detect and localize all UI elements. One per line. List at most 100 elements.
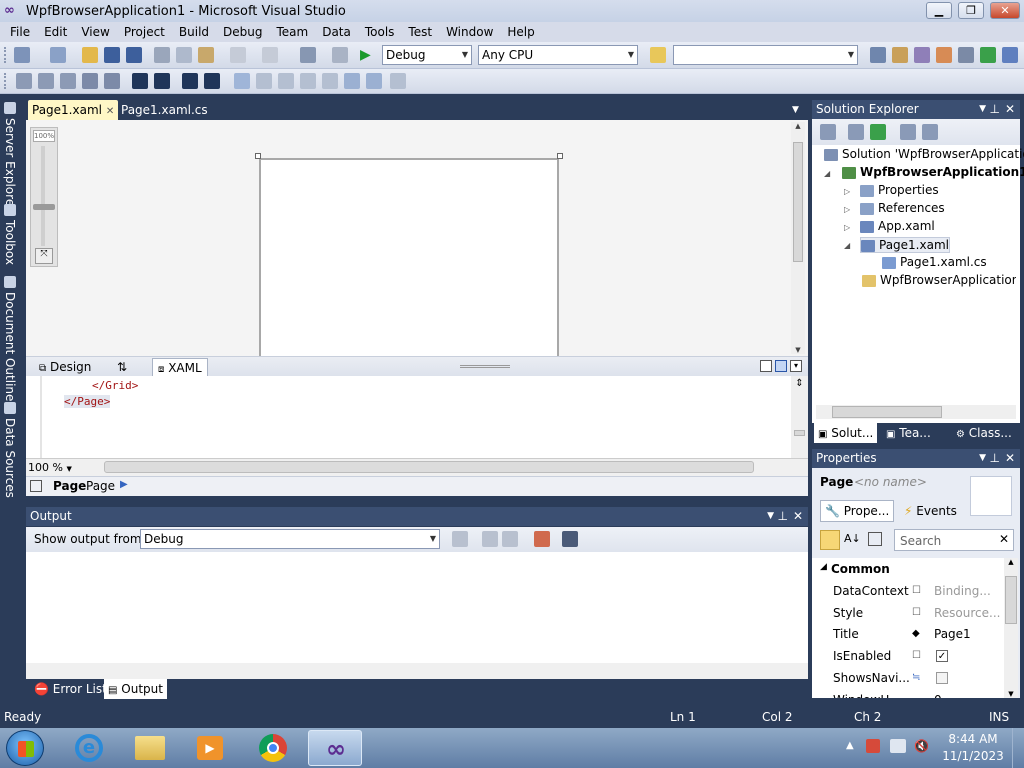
redo-icon[interactable] <box>262 47 278 63</box>
tab-error-list[interactable]: ⛔ Error List <box>30 679 111 699</box>
menu-file[interactable]: File <box>3 25 37 39</box>
solution-explorer-icon[interactable] <box>870 47 886 63</box>
solution-platform-select[interactable]: Any CPU ▼ <box>478 45 638 65</box>
show-hidden-icons[interactable]: ▲ <box>846 740 854 751</box>
close-panel-icon[interactable]: ✕ <box>1005 100 1015 119</box>
pin-icon[interactable]: ⊥ <box>778 507 788 526</box>
page-canvas[interactable] <box>259 158 559 358</box>
refresh-icon[interactable] <box>870 124 886 140</box>
solution-configuration-select[interactable]: Debug ▼ <box>382 45 472 65</box>
designer-vertical-scrollbar[interactable]: ▲ ▼ <box>791 122 805 354</box>
navigate-backward-icon[interactable] <box>300 47 316 63</box>
property-value[interactable]: Resource... <box>934 602 1000 624</box>
close-button[interactable]: ✕ <box>990 2 1020 19</box>
expand-arrow-icon[interactable]: ▷ <box>844 223 850 232</box>
output-text-area[interactable] <box>26 552 808 679</box>
start-button[interactable] <box>6 730 44 766</box>
close-panel-icon[interactable]: ✕ <box>793 507 803 526</box>
window-position-icon[interactable]: ▼ <box>979 100 986 119</box>
server-explorer-tab[interactable]: Server Explorer <box>2 102 18 211</box>
properties-window-icon[interactable] <box>892 47 908 63</box>
menu-build[interactable]: Build <box>172 25 216 39</box>
scroll-down-icon[interactable]: ▼ <box>791 346 805 354</box>
object-browser-icon[interactable] <box>914 47 930 63</box>
resize-handle[interactable] <box>557 153 563 159</box>
property-row-isenabled[interactable]: IsEnabled ☐ ✓ <box>816 645 1016 667</box>
zoom-thumb[interactable] <box>33 204 55 210</box>
toolbar-grip[interactable] <box>4 47 7 63</box>
resize-handle[interactable] <box>255 153 261 159</box>
extension-manager-icon[interactable] <box>958 47 974 63</box>
xaml-vertical-scrollbar[interactable]: ⇕ <box>791 376 808 458</box>
element-tree-icon[interactable] <box>30 480 42 492</box>
new-project-icon[interactable] <box>14 47 30 63</box>
word-wrap-icon[interactable] <box>562 531 578 547</box>
advanced-options-icon[interactable]: ☐ <box>912 580 921 602</box>
data-sources-tab[interactable]: Data Sources <box>2 402 18 498</box>
toolbar-grip[interactable] <box>4 73 7 89</box>
output-hscrollbar[interactable] <box>26 663 808 679</box>
comment-icon[interactable] <box>182 73 198 89</box>
start-debugging-icon[interactable]: ▶ <box>360 47 376 63</box>
xaml-tab[interactable]: ⧈ XAML <box>152 358 208 376</box>
tab-page1-xaml-cs[interactable]: Page1.xaml.cs <box>117 100 212 120</box>
tree-item-app-xaml[interactable]: App.xaml <box>860 219 935 233</box>
horizontal-scroll-thumb[interactable] <box>104 461 754 473</box>
next-bookmark-doc-icon[interactable] <box>366 73 382 89</box>
filter-icon[interactable] <box>868 532 882 546</box>
split-editor-icon[interactable]: ⇕ <box>791 378 808 389</box>
save-all-icon[interactable] <box>126 47 142 63</box>
tree-item-properties[interactable]: Properties <box>860 183 939 197</box>
vertical-split-icon[interactable] <box>760 360 772 372</box>
taskbar-visual-studio[interactable]: ∞ <box>308 730 362 766</box>
local-value-icon[interactable]: ◆ <box>912 623 920 645</box>
size-to-grid-icon[interactable] <box>104 73 120 89</box>
alphabetical-sort-icon[interactable]: A↓ <box>844 532 861 545</box>
collapse-arrow-icon[interactable]: ◢ <box>824 169 830 178</box>
network-icon[interactable] <box>890 739 906 753</box>
save-icon[interactable] <box>104 47 120 63</box>
xaml-editor[interactable]: </Grid> </Page> ⇕ <box>26 376 808 458</box>
tree-item-solution[interactable]: Solution 'WpfBrowserApplication1' <box>824 147 1024 161</box>
toolbox-tab[interactable]: Toolbox <box>2 204 18 265</box>
view-code-icon[interactable] <box>900 124 916 140</box>
bookmark-icon[interactable] <box>234 73 250 89</box>
menu-help[interactable]: Help <box>500 25 541 39</box>
showsnavigation-checkbox[interactable] <box>936 672 948 684</box>
next-bookmark-icon[interactable] <box>278 73 294 89</box>
undo-icon[interactable] <box>230 47 246 63</box>
resource-icon[interactable]: ≒ <box>912 667 920 689</box>
tree-item-temporary-key[interactable]: WpfBrowserApplication1_TemporaryKey.pfx <box>862 273 1016 287</box>
pin-icon[interactable]: ⊥ <box>990 100 1000 119</box>
start-page-icon[interactable] <box>980 47 996 63</box>
previous-bookmark-doc-icon[interactable] <box>344 73 360 89</box>
property-value[interactable]: 0 <box>934 689 942 698</box>
advanced-options-icon[interactable]: ☐ <box>912 602 921 624</box>
paste-icon[interactable] <box>198 47 214 63</box>
uncomment-icon[interactable] <box>204 73 220 89</box>
property-search-input[interactable]: Search ✕ <box>894 529 1014 551</box>
taskbar-chrome[interactable] <box>246 730 300 766</box>
zoom-track[interactable] <box>41 146 45 246</box>
view-designer-icon[interactable] <box>922 124 938 140</box>
copy-icon[interactable] <box>176 47 192 63</box>
breadcrumb-arrow-icon[interactable]: ▶ <box>120 479 128 490</box>
minimize-button[interactable]: ▁ <box>926 2 952 19</box>
tab-page1-xaml[interactable]: Page1.xaml ✕ <box>28 100 119 120</box>
property-row-showsnavigationui[interactable]: ShowsNavi... ≒ <box>816 667 1016 689</box>
property-value[interactable]: Binding... <box>934 580 991 602</box>
splitter-grip[interactable] <box>460 365 510 368</box>
tree-item-references[interactable]: References <box>860 201 945 215</box>
taskbar-file-explorer[interactable] <box>122 730 176 766</box>
tree-item-page1-xaml[interactable]: Page1.xaml <box>860 237 950 253</box>
horizontal-split-icon[interactable] <box>775 360 787 372</box>
show-all-files-icon[interactable] <box>848 124 864 140</box>
action-center-icon[interactable] <box>866 739 880 753</box>
open-file-icon[interactable] <box>82 47 98 63</box>
categorized-view-icon[interactable] <box>820 530 840 550</box>
window-position-icon[interactable]: ▼ <box>767 507 774 526</box>
tree-item-project[interactable]: WpfBrowserApplication1 <box>842 165 1024 179</box>
document-outline-tab[interactable]: Document Outline <box>2 276 18 401</box>
menu-view[interactable]: View <box>74 25 116 39</box>
maximize-button[interactable]: ❐ <box>958 2 984 19</box>
